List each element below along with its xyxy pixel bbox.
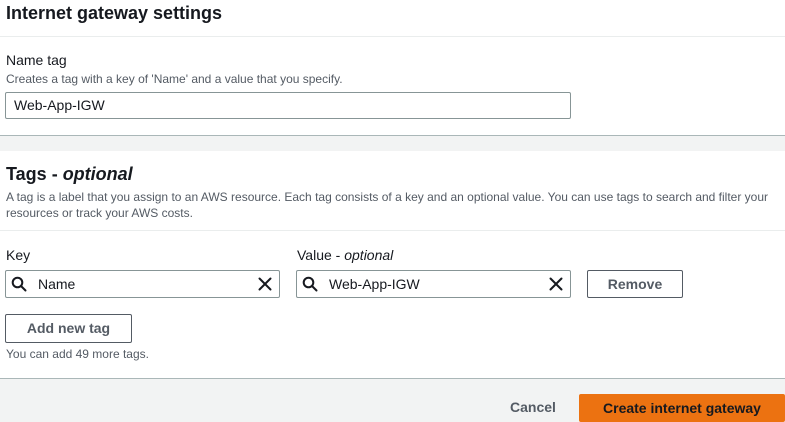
name-tag-description: Creates a tag with a key of 'Name' and a… bbox=[6, 72, 343, 86]
clear-key-icon[interactable] bbox=[251, 277, 279, 291]
tags-title-optional: optional bbox=[62, 164, 133, 184]
key-column-label: Key bbox=[6, 247, 31, 263]
value-column-label: Value - optional bbox=[297, 247, 394, 263]
create-igw-page: Internet gateway settings Name tag Creat… bbox=[0, 0, 785, 422]
tags-title: Tags - optional bbox=[6, 164, 133, 184]
tags-description: A tag is a label that you assign to an A… bbox=[6, 190, 769, 220]
igw-settings-panel: Internet gateway settings Name tag Creat… bbox=[0, 0, 785, 136]
search-icon bbox=[6, 276, 32, 292]
search-icon bbox=[297, 276, 323, 292]
create-internet-gateway-button[interactable]: Create internet gateway bbox=[579, 394, 785, 422]
remove-tag-button[interactable]: Remove bbox=[587, 270, 683, 298]
igw-settings-header: Internet gateway settings bbox=[0, 0, 785, 37]
tag-key-input[interactable]: Name bbox=[5, 270, 280, 298]
cancel-button[interactable]: Cancel bbox=[510, 399, 556, 415]
tags-header: Tags - optional A tag is a label that yo… bbox=[0, 151, 785, 231]
tags-title-main: Tags bbox=[6, 164, 47, 184]
value-label-optional: optional bbox=[344, 247, 394, 263]
value-label-main: Value bbox=[297, 247, 332, 263]
tags-remaining-hint: You can add 49 more tags. bbox=[6, 347, 149, 361]
name-tag-input[interactable]: Web-App-IGW bbox=[5, 92, 571, 119]
add-new-tag-button[interactable]: Add new tag bbox=[5, 314, 132, 343]
tag-value-value: Web-App-IGW bbox=[329, 276, 420, 292]
name-tag-label: Name tag bbox=[6, 52, 67, 68]
tag-value-input[interactable]: Web-App-IGW bbox=[296, 270, 571, 298]
igw-settings-title: Internet gateway settings bbox=[6, 3, 223, 23]
clear-value-icon[interactable] bbox=[542, 277, 570, 291]
tags-panel: Tags - optional A tag is a label that yo… bbox=[0, 151, 785, 379]
tag-key-value: Name bbox=[38, 276, 76, 292]
